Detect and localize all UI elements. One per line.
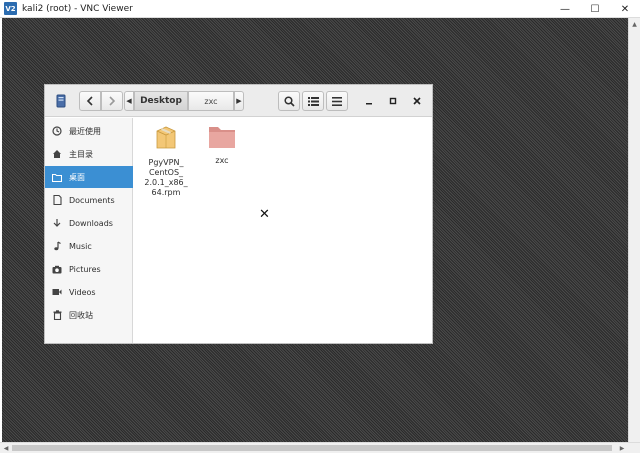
sidebar-item-documents[interactable]: Documents [45,189,133,211]
vnc-vertical-scrollbar[interactable]: ▲ [628,18,640,442]
list-view-button[interactable] [302,91,324,111]
file-item-zxc[interactable]: zxc [192,124,252,166]
back-button[interactable] [79,91,101,111]
close-icon [413,97,421,105]
vnc-window-controls: — ☐ ✕ [550,0,640,18]
sidebar-item-label: Videos [69,287,96,297]
vnc-titlebar: V2 kali2 (root) - VNC Viewer — ☐ ✕ [0,0,640,18]
vnc-window-title: kali2 (root) - VNC Viewer [22,3,133,14]
file-name: zxc [215,156,229,165]
sidebar-item-label: Pictures [69,264,101,274]
path-button-desktop[interactable]: Desktop [134,91,188,111]
sidebar-item-downloads[interactable]: Downloads [45,212,133,234]
path-button-zxc[interactable]: zxc [188,91,234,111]
sidebar-item-label: 回收站 [69,310,93,320]
scroll-right-arrow-icon[interactable]: ▶ [617,443,627,453]
chevron-left-icon [86,96,93,106]
sidebar-item-music[interactable]: Music [45,235,133,257]
search-button[interactable] [278,91,300,111]
maximize-button[interactable] [382,91,404,111]
menu-button[interactable] [326,91,348,111]
file-view[interactable]: PgyVPN_ CentOS_ 2.0.1_x86_ 64.rpm zxc ✕ [134,118,432,343]
sidebar-item-trash[interactable]: 回收站 [45,304,133,326]
sidebar-item-label: Downloads [69,218,113,228]
sidebar-item-recent[interactable]: 最近使用 [45,120,133,142]
path-scroll-right-button[interactable]: ▶ [234,91,244,111]
close-button[interactable] [406,91,428,111]
sidebar-item-label: 桌面 [69,172,85,182]
horizontal-scroll-thumb[interactable] [12,445,612,451]
mouse-cursor-x-icon: ✕ [259,207,270,222]
search-icon [283,95,295,107]
document-icon [45,195,69,205]
file-item-rpm[interactable]: PgyVPN_ CentOS_ 2.0.1_x86_ 64.rpm [136,124,196,198]
file-manager-headerbar: ◀ Desktop zxc ▶ [45,85,432,117]
drive-icon[interactable] [52,91,69,111]
sidebar-item-label: Music [69,241,92,251]
forward-button[interactable] [101,91,123,111]
download-icon [45,218,69,228]
vnc-app-icon: V2 [4,2,17,15]
file-name: PgyVPN_ CentOS_ 2.0.1_x86_ 64.rpm [144,158,188,197]
scroll-left-arrow-icon[interactable]: ◀ [1,443,11,453]
chevron-right-icon [109,96,116,106]
folder-icon [45,173,69,182]
minimize-icon [366,103,372,105]
vnc-close-button[interactable]: ✕ [610,0,640,18]
hamburger-menu-icon [332,96,342,106]
music-icon [45,241,69,251]
trash-icon [45,310,69,320]
package-icon [156,126,176,149]
maximize-icon [389,97,397,105]
scroll-up-arrow-icon[interactable]: ▲ [629,18,640,30]
vnc-horizontal-scrollbar[interactable]: ◀ ▶ [0,442,640,453]
sidebar-item-label: 主目录 [69,149,93,159]
sidebar-item-pictures[interactable]: Pictures [45,258,133,280]
sidebar-item-label: 最近使用 [69,126,101,136]
places-sidebar: 最近使用 主目录 桌面 Documents Downloads Music Pi… [45,118,133,343]
video-icon [45,288,69,296]
minimize-button[interactable] [358,91,380,111]
folder-icon [209,127,235,148]
clock-icon [45,126,69,136]
list-view-icon [307,96,319,106]
home-icon [45,149,69,159]
file-manager-window: ◀ Desktop zxc ▶ 最近使用 主目录 桌面 Documents Do… [44,84,433,344]
vnc-minimize-button[interactable]: — [550,0,580,18]
sidebar-item-label: Documents [69,195,115,205]
path-scroll-left-button[interactable]: ◀ [124,91,134,111]
sidebar-item-home[interactable]: 主目录 [45,143,133,165]
sidebar-item-videos[interactable]: Videos [45,281,133,303]
sidebar-item-desktop[interactable]: 桌面 [45,166,133,188]
camera-icon [45,265,69,274]
vnc-maximize-button[interactable]: ☐ [580,0,610,18]
